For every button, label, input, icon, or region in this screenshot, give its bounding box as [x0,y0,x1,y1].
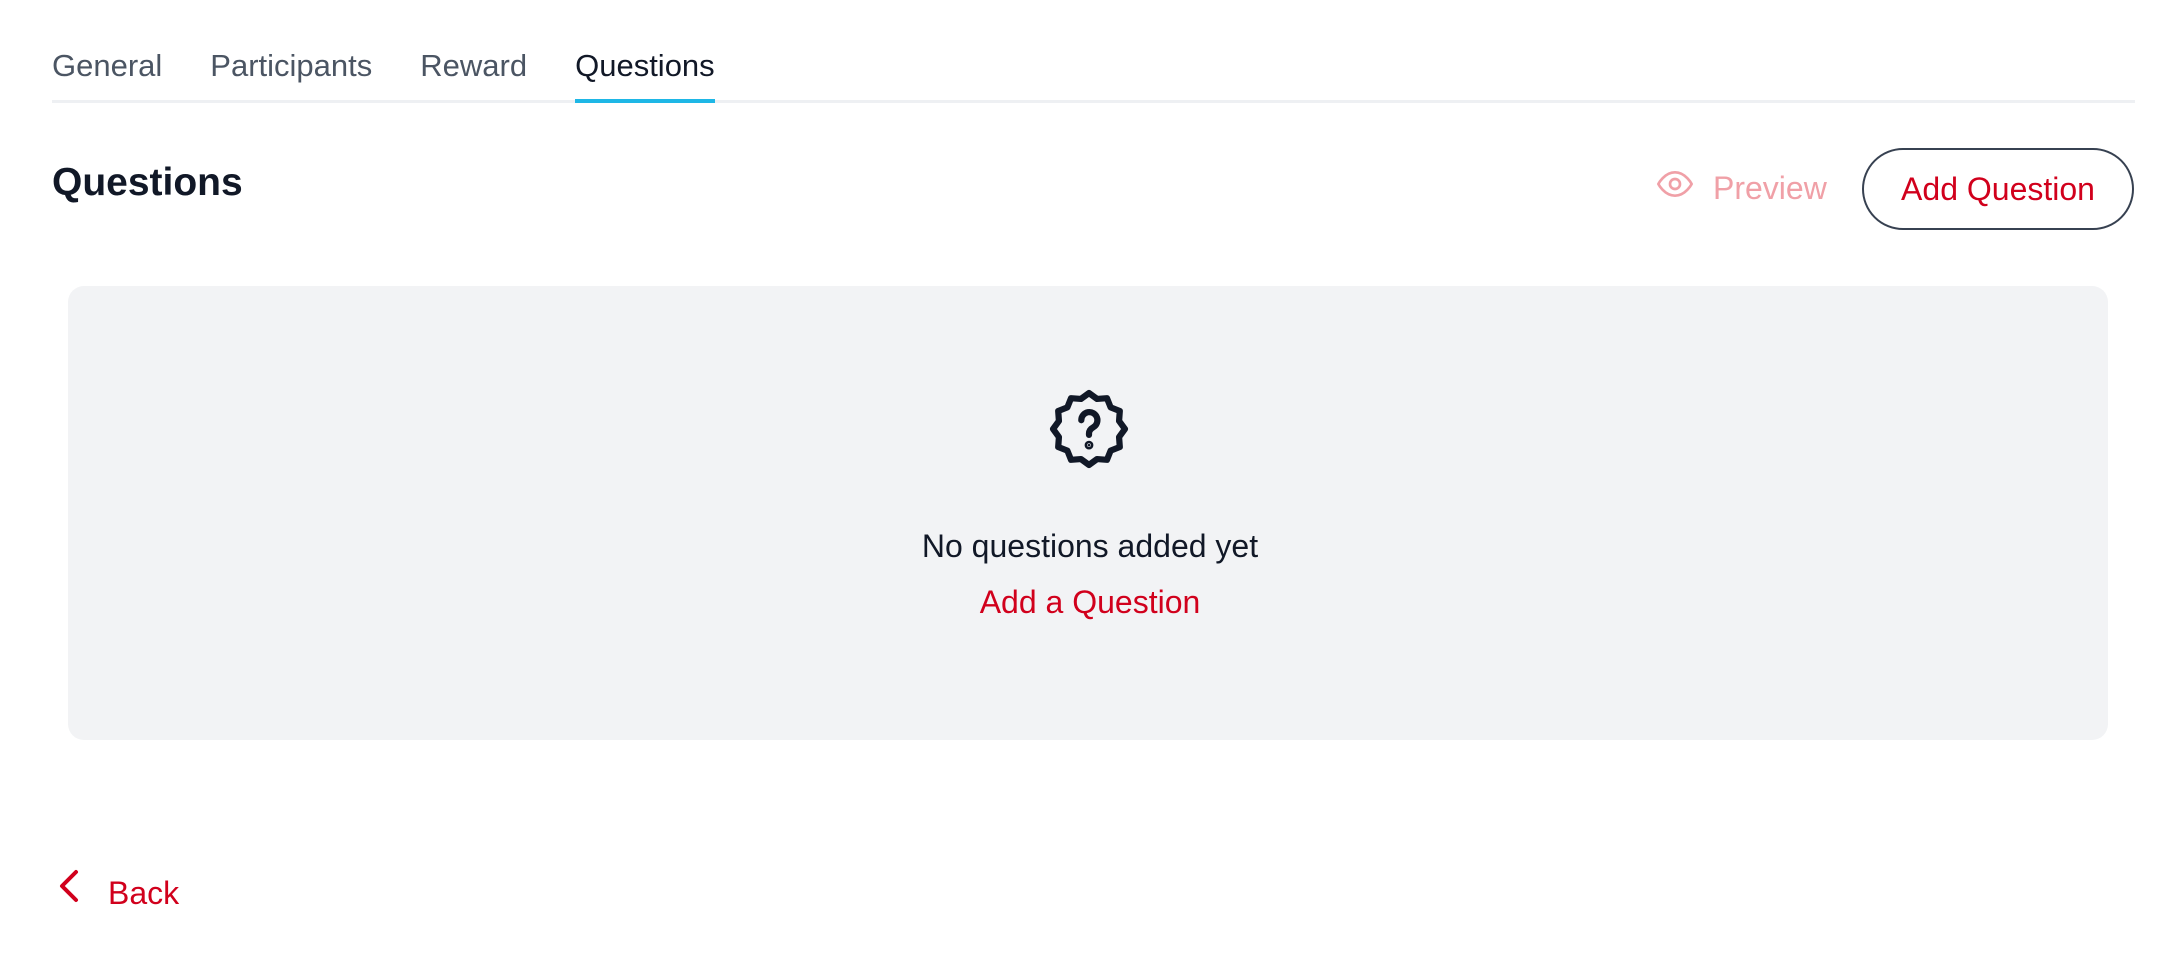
chevron-left-icon [56,868,82,917]
add-a-question-link-row: Add a Question [0,580,2180,624]
empty-state-panel [68,286,2108,740]
tab-questions[interactable]: Questions [575,40,715,103]
question-badge-icon [1045,385,1133,473]
page-title: Questions [52,161,243,204]
tab-general[interactable]: General [52,40,162,100]
back-label: Back [108,874,180,911]
add-question-button[interactable]: Add Question [1862,148,2134,230]
eye-icon [1655,164,1695,212]
preview-button[interactable]: Preview [1655,160,1827,216]
empty-state-message: No questions added yet [921,528,1259,564]
tab-reward[interactable]: Reward [420,40,527,100]
preview-label: Preview [1713,169,1827,206]
add-a-question-link[interactable]: Add a Question [980,584,1201,620]
tab-bar: General Participants Reward Questions [52,40,2135,103]
page: General Participants Reward Questions Qu… [0,0,2180,960]
back-button[interactable]: Back [56,868,179,917]
tab-participants[interactable]: Participants [210,40,372,100]
